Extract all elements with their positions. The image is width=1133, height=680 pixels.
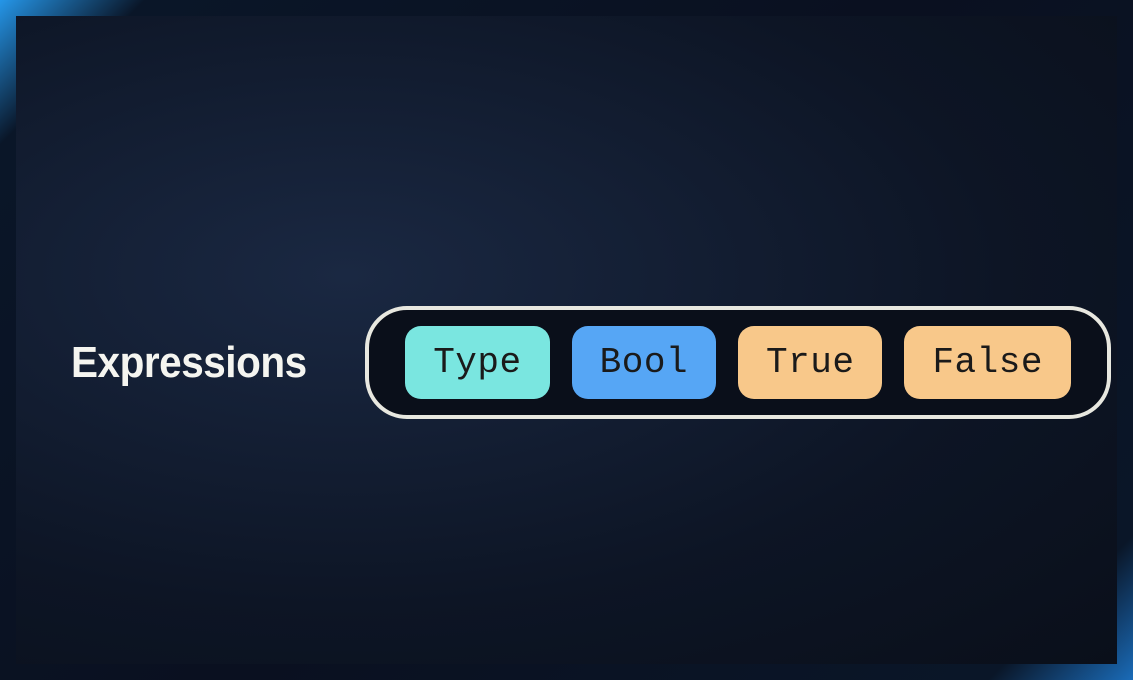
slide-panel: Expressions Type Bool True False	[16, 16, 1117, 664]
expression-pill-true: True	[738, 326, 882, 399]
expression-pill-false: False	[904, 326, 1071, 399]
expression-pill-container: Type Bool True False	[365, 306, 1111, 419]
expression-pill-bool: Bool	[572, 326, 716, 399]
expression-pill-type: Type	[405, 326, 549, 399]
section-heading: Expressions	[71, 338, 307, 388]
content-row: Expressions Type Bool True False	[71, 306, 1062, 419]
